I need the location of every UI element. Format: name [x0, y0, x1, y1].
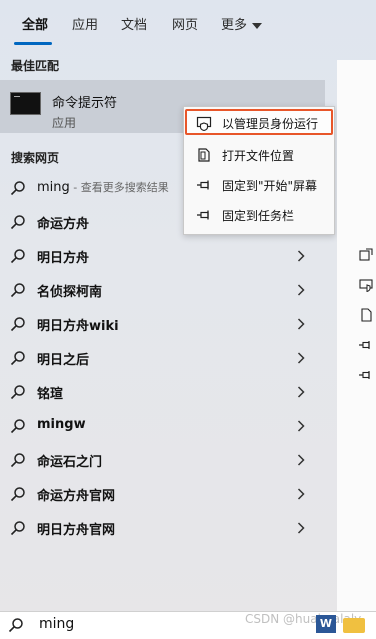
open-file-location-item[interactable]: 打开文件位置 [184, 141, 334, 169]
search-icon [10, 487, 25, 502]
shield-icon [196, 116, 212, 131]
web-result-label: 命运方舟官网 [37, 489, 116, 504]
best-match-app-type: 应用 [52, 116, 77, 130]
search-input[interactable] [37, 615, 241, 633]
tab-web[interactable]: 网页 [172, 14, 198, 33]
pin-icon [197, 210, 209, 220]
chevron-right-icon[interactable] [296, 454, 306, 466]
tab-more[interactable]: 更多 [221, 14, 263, 33]
run-as-admin-item[interactable]: 以管理员身份运行 [184, 109, 334, 137]
web-result-item[interactable]: 命运方舟官网 [0, 477, 325, 511]
web-search-heading: 搜索网页 [11, 151, 60, 165]
search-icon [10, 521, 25, 536]
web-result-item[interactable]: 名侦探柯南 [0, 273, 325, 307]
folder-icon [198, 148, 210, 162]
web-result-label: 明日方舟官网 [37, 523, 116, 538]
pin-to-start-label: 固定到"开始"屏幕 [222, 179, 318, 193]
chevron-right-icon[interactable] [296, 522, 306, 534]
active-tab-indicator [14, 42, 52, 45]
web-result-label: 明日方舟 [37, 251, 90, 266]
pin-to-taskbar-item[interactable]: 固定到任务栏 [184, 201, 334, 229]
web-result-label: 铭瑄 [37, 387, 64, 402]
word-app-icon[interactable]: W [316, 615, 336, 633]
best-match-heading: 最佳匹配 [11, 59, 60, 73]
search-icon [10, 419, 25, 434]
search-icon [10, 283, 25, 298]
web-result-query: ming [37, 180, 70, 195]
command-prompt-icon [10, 92, 41, 115]
search-icon [10, 351, 25, 366]
web-result-label: 明日方舟wiki [37, 319, 119, 334]
search-icon [10, 215, 25, 230]
search-icon [10, 317, 25, 332]
web-result-label: 名侦探柯南 [37, 285, 103, 300]
web-result-item[interactable]: 明日之后 [0, 341, 325, 375]
run-as-admin-label: 以管理员身份运行 [222, 117, 319, 131]
chevron-right-icon[interactable] [296, 352, 306, 364]
chevron-right-icon[interactable] [296, 488, 306, 500]
web-result-label: mingw [37, 417, 86, 432]
web-result-item[interactable]: 明日方舟 [0, 239, 325, 273]
pin-icon [197, 180, 209, 190]
web-result-hint: - 查看更多搜索结果 [69, 181, 169, 194]
tab-more-label: 更多 [221, 18, 248, 33]
open-file-location-label: 打开文件位置 [222, 149, 295, 163]
web-result-label: 明日之后 [37, 353, 90, 368]
web-result-item[interactable]: 明日方舟官网 [0, 511, 325, 545]
chevron-down-icon [252, 22, 263, 29]
search-icon [10, 385, 25, 400]
web-result-item[interactable]: 明日方舟wiki [0, 307, 325, 341]
tab-documents[interactable]: 文档 [121, 14, 147, 33]
web-result-item[interactable]: 命运石之门 [0, 443, 325, 477]
chevron-right-icon[interactable] [296, 386, 306, 398]
web-result-item[interactable]: 铭瑄 [0, 375, 325, 409]
web-result-label: 命运石之门 [37, 455, 103, 470]
best-match-app-name: 命令提示符 [52, 96, 118, 111]
open-icon[interactable] [359, 248, 373, 262]
tab-all[interactable]: 全部 [22, 14, 48, 33]
pin-to-taskbar-label: 固定到任务栏 [222, 209, 295, 223]
pin-icon[interactable] [359, 368, 373, 382]
preview-panel [337, 60, 376, 638]
file-explorer-icon[interactable] [343, 618, 365, 633]
pin-icon[interactable] [359, 338, 373, 352]
chevron-right-icon[interactable] [296, 420, 306, 432]
chevron-right-icon[interactable] [296, 250, 306, 262]
folder-icon[interactable] [359, 308, 373, 322]
web-result-label: 命运方舟 [37, 217, 90, 232]
web-result-item[interactable]: mingw [0, 409, 325, 443]
search-icon [8, 618, 23, 633]
search-icon [10, 453, 25, 468]
context-menu: 以管理员身份运行 打开文件位置 固定到"开始"屏幕 固定到任务栏 [183, 106, 335, 235]
pin-to-start-item[interactable]: 固定到"开始"屏幕 [184, 171, 334, 199]
search-icon [10, 181, 25, 196]
chevron-right-icon[interactable] [296, 284, 306, 296]
tab-apps[interactable]: 应用 [72, 14, 98, 33]
search-icon [10, 249, 25, 264]
chevron-right-icon[interactable] [296, 318, 306, 330]
search-tabs: 全部 应用 文档 网页 更多 [0, 0, 376, 46]
web-result-label: ming - 查看更多搜索结果 [37, 179, 169, 195]
shield-icon[interactable] [359, 278, 373, 292]
